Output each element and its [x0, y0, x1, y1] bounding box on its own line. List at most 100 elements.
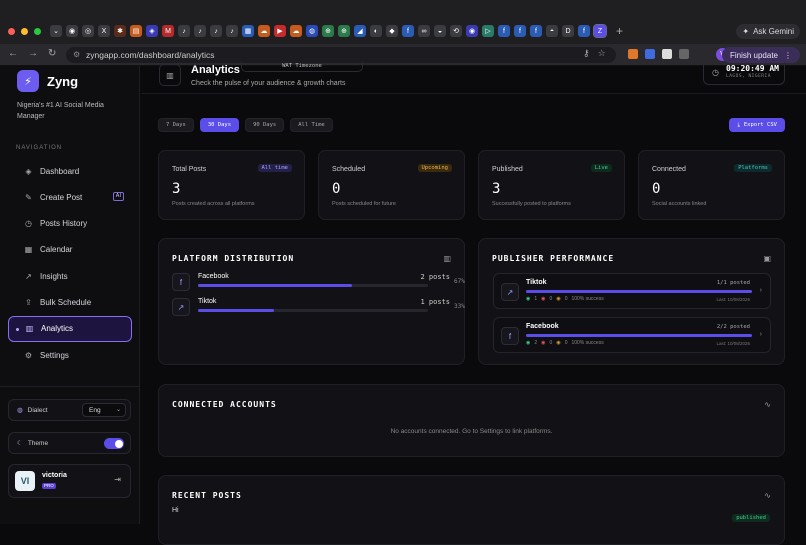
tab-icon[interactable]: ◆	[386, 25, 398, 37]
tab-icon[interactable]: f	[498, 25, 510, 37]
tab-icon[interactable]: ▦	[242, 25, 254, 37]
tab-icon[interactable]: ◉	[66, 25, 78, 37]
tab-icon[interactable]: ⌄	[50, 25, 62, 37]
tab-icon[interactable]: X	[98, 25, 110, 37]
distribution-row-tiktok: ↗ Tiktok 1 posts 33%	[172, 298, 465, 318]
tab-icon[interactable]: ◈	[146, 25, 158, 37]
empty-state-text: No accounts connected. Go to Settings to…	[390, 428, 553, 435]
tab-icon[interactable]: D	[562, 25, 574, 37]
bookmark-star-icon[interactable]: ☆	[598, 48, 606, 59]
user-card[interactable]: VI victoria PRO ⇥	[8, 464, 131, 498]
tab-icon[interactable]: ◢	[354, 25, 366, 37]
tab-icon[interactable]: ♪	[194, 25, 206, 37]
tab-icon[interactable]: ◒	[434, 25, 446, 37]
tab-icon[interactable]: f	[578, 25, 590, 37]
theme-toggle[interactable]	[104, 438, 124, 449]
publisher-meta: ◉ 1 ◉ 0 ◉ 0 100% success	[526, 296, 604, 302]
fail-count: 0	[549, 340, 553, 346]
tab-icon[interactable]: ⊕	[322, 25, 334, 37]
sidebar-item-settings[interactable]: ⚙ Settings	[8, 342, 132, 368]
stat-desc: Posts created across all platforms	[172, 201, 255, 207]
tab-icon[interactable]: ◓	[546, 25, 558, 37]
sidebar-item-label: Calendar	[40, 245, 73, 255]
range-90-days[interactable]: 90 Days	[245, 118, 285, 132]
tab-icon[interactable]: ♪	[210, 25, 222, 37]
tab-icon[interactable]: ◎	[82, 25, 94, 37]
maximize-window-button[interactable]	[34, 28, 41, 35]
facebook-icon: f	[501, 327, 519, 345]
tab-icon[interactable]: f	[530, 25, 542, 37]
sidebar-item-dashboard[interactable]: ◈ Dashboard	[8, 158, 132, 184]
sidebar-item-bulk-schedule[interactable]: ⇪ Bulk Schedule	[8, 289, 132, 315]
trend-icon: ↗	[501, 283, 519, 301]
bar-chart-icon: ▥	[25, 324, 34, 334]
success-bar	[526, 290, 752, 293]
tab-icon[interactable]: ✱	[114, 25, 126, 37]
range-all-time[interactable]: All Time	[290, 118, 333, 132]
finish-update-button[interactable]: Finish update ⋮	[721, 47, 800, 63]
tab-icon[interactable]: ▤	[130, 25, 142, 37]
brand[interactable]: ⚡ Zyng	[17, 70, 78, 92]
tab-icon[interactable]: ◐	[370, 25, 382, 37]
tab-icon[interactable]: f	[402, 25, 414, 37]
reload-icon[interactable]: ↻	[48, 48, 56, 59]
dialect-select[interactable]: Eng ⌄	[82, 403, 126, 417]
extension-icon[interactable]	[662, 49, 672, 59]
sidebar-item-posts-history[interactable]: ◷ Posts History	[8, 211, 132, 237]
tab-icon[interactable]: ▶	[274, 25, 286, 37]
panel-title: RECENT POSTS	[172, 491, 242, 500]
tab-icon[interactable]: ◍	[306, 25, 318, 37]
posted-count: 1/1 posted	[716, 280, 750, 286]
sidebar-item-label: Settings	[40, 350, 69, 360]
publisher-row-facebook[interactable]: f Facebook 2/2 posted ◉ 2 ◉ 0 ◉ 0 100% succ…	[493, 317, 771, 353]
ask-gemini-button[interactable]: ✦ Ask Gemini	[736, 24, 800, 39]
tab-icon[interactable]: ⟲	[450, 25, 462, 37]
close-window-button[interactable]	[8, 28, 15, 35]
stat-card-total-posts: Total Posts All time 3 Posts created acr…	[158, 150, 305, 220]
publisher-row-tiktok[interactable]: ↗ Tiktok 1/1 posted ◉ 1 ◉ 0 ◉ 0 100% succes…	[493, 273, 771, 309]
extension-icon[interactable]	[628, 49, 638, 59]
stat-value: 0	[652, 181, 661, 197]
range-30-days[interactable]: 30 Days	[199, 118, 240, 132]
tab-icon[interactable]: ♪	[178, 25, 190, 37]
tab-icon[interactable]: ◉	[466, 25, 478, 37]
active-dot	[16, 327, 19, 331]
forward-arrow-icon[interactable]: →	[28, 48, 38, 59]
url-text: zyngapp.com/dashboard/analytics	[86, 50, 215, 60]
sidebar-item-insights[interactable]: ↗ Insights	[8, 263, 132, 289]
tab-icon[interactable]: ☁	[290, 25, 302, 37]
back-arrow-icon[interactable]: ←	[8, 48, 18, 59]
minimize-window-button[interactable]	[21, 28, 28, 35]
tab-icon[interactable]: ☁	[258, 25, 270, 37]
extension-icon[interactable]	[645, 49, 655, 59]
recent-post-text[interactable]: Hi	[172, 507, 179, 514]
range-7-days[interactable]: 7 Days	[158, 118, 194, 132]
new-tab-button[interactable]: +	[616, 24, 623, 38]
tab-active-zyng[interactable]: Z	[593, 24, 607, 38]
tab-icon[interactable]: M	[162, 25, 174, 37]
success-rate: 100% success	[571, 296, 604, 302]
window-controls	[8, 28, 41, 35]
puzzle-icon[interactable]	[679, 49, 689, 59]
site-settings-icon[interactable]: ⚙	[73, 47, 80, 63]
trend-icon: ↗	[25, 271, 32, 281]
logout-icon[interactable]: ⇥	[114, 475, 121, 484]
tab-icon[interactable]: ♪	[226, 25, 238, 37]
export-label: Export CSV	[743, 122, 777, 128]
sidebar-item-analytics[interactable]: ▥ Analytics	[8, 315, 132, 342]
export-csv-button[interactable]: ⤓ Export CSV	[729, 118, 785, 132]
key-icon[interactable]: ⚷	[583, 48, 590, 59]
theme-control: ☾ Theme	[8, 432, 131, 454]
tab-icon[interactable]: ∞	[418, 25, 430, 37]
tab-icon[interactable]: ⊕	[338, 25, 350, 37]
toggle-knob	[114, 439, 123, 448]
url-input[interactable]: ⚙ zyngapp.com/dashboard/analytics	[66, 47, 616, 63]
sidebar-item-create-post[interactable]: ✎ Create Post AI	[8, 184, 132, 210]
check-icon: ◉	[526, 296, 531, 302]
globe-icon: ◍	[17, 407, 23, 414]
sidebar: ⚡ Zyng Nigeria's #1 AI Social Media Mana…	[0, 66, 140, 524]
tab-icon[interactable]: ▷	[482, 25, 494, 37]
sidebar-item-calendar[interactable]: ▦ Calendar	[8, 237, 132, 263]
chip-icon: ▣	[763, 254, 771, 263]
tab-icon[interactable]: f	[514, 25, 526, 37]
